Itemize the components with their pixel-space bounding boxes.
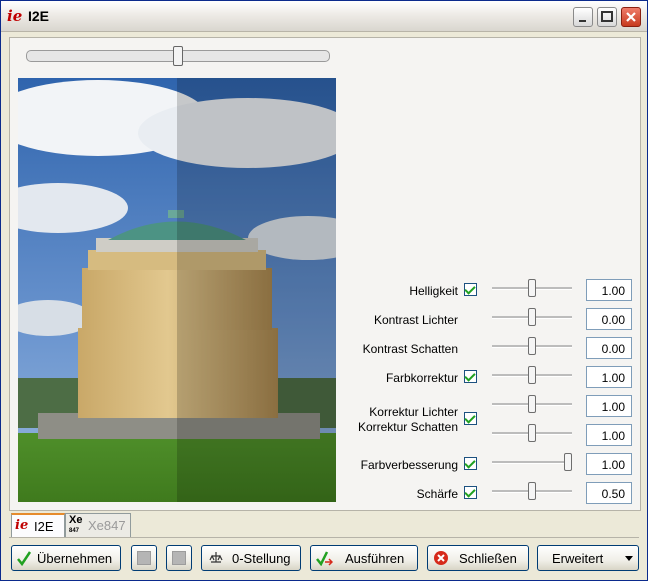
- split-slider-thumb[interactable]: [173, 46, 183, 66]
- control-slider[interactable]: [492, 395, 572, 413]
- minimize-button[interactable]: [573, 7, 593, 27]
- close-window-button[interactable]: [621, 7, 641, 27]
- control-slider[interactable]: [492, 482, 572, 500]
- tab-bar: ie I2E Xe 847 Xe847: [9, 511, 639, 538]
- run-label: Ausführen: [345, 551, 405, 566]
- checkmark-icon: [464, 283, 476, 295]
- control-label: Helligkeit: [409, 284, 458, 298]
- control-row-0: Helligkeit 1.00: [10, 279, 640, 303]
- app-window: ie I2E Helligkeit 1.00 Kontrast Lichter …: [0, 0, 648, 581]
- control-value-field[interactable]: 0.50: [586, 482, 632, 504]
- control-value-field[interactable]: 0.00: [586, 337, 632, 359]
- control-value-field[interactable]: 1.00: [586, 395, 632, 417]
- reset-button[interactable]: 0-Stellung: [201, 545, 301, 571]
- tab-label: Xe847: [88, 518, 126, 533]
- apply-label: Übernehmen: [37, 551, 113, 566]
- close-circle-icon: [434, 551, 448, 565]
- control-value-field[interactable]: 1.00: [586, 424, 632, 446]
- control-label: Kontrast Schatten: [362, 342, 458, 356]
- control-value-field[interactable]: 1.00: [586, 279, 632, 301]
- advanced-dropdown[interactable]: Erweitert: [537, 545, 639, 571]
- chevron-down-icon: [625, 556, 633, 561]
- slider-thumb[interactable]: [528, 395, 536, 413]
- advanced-label: Erweitert: [552, 551, 604, 566]
- control-slider[interactable]: [492, 308, 572, 326]
- window-title: I2E: [28, 8, 50, 24]
- close-button[interactable]: Schließen: [427, 545, 529, 571]
- maximize-icon: [601, 11, 613, 22]
- control-slider[interactable]: [492, 279, 572, 297]
- slider-thumb[interactable]: [528, 366, 536, 384]
- slider-thumb[interactable]: [528, 482, 536, 500]
- checkmark-arrow-icon: [316, 551, 333, 566]
- control-checkbox[interactable]: [464, 283, 477, 296]
- slider-thumb[interactable]: [528, 279, 536, 297]
- control-row-3: Farbkorrektur 1.00: [10, 366, 640, 390]
- control-label: Farbkorrektur: [385, 371, 458, 385]
- control-value-field[interactable]: 1.00: [586, 453, 632, 475]
- tab-xe847[interactable]: Xe 847 Xe847: [65, 513, 131, 537]
- control-row-4: Korrektur Lichter 1.00: [10, 395, 640, 425]
- blank-icon: [137, 551, 151, 565]
- control-row-1: Kontrast Lichter 0.00: [10, 308, 640, 332]
- checkmark-icon: [464, 412, 476, 424]
- title-bar[interactable]: ie I2E: [1, 1, 647, 32]
- tab-label: I2E: [34, 519, 54, 534]
- placeholder-button-2[interactable]: [166, 545, 192, 571]
- control-row-7: Schärfe 0.50: [10, 482, 640, 506]
- control-checkbox[interactable]: [464, 457, 477, 470]
- ie-logo-icon: ie: [15, 518, 29, 533]
- checkmark-icon: [464, 457, 476, 469]
- control-label: Schärfe: [416, 487, 458, 501]
- app-logo-icon: ie: [7, 7, 23, 25]
- control-row-6: Farbverbesserung 1.00: [10, 453, 640, 477]
- bottom-toolbar: Übernehmen 0-Stellung Ausführen Schließe…: [1, 541, 647, 580]
- close-icon: [626, 12, 636, 22]
- control-label: Korrektur Lichter: [369, 405, 458, 419]
- control-slider[interactable]: [492, 337, 572, 355]
- placeholder-button-1[interactable]: [131, 545, 157, 571]
- tab-i2e[interactable]: ie I2E: [11, 513, 65, 537]
- checkmark-icon: [464, 370, 476, 382]
- control-row-5: Korrektur Schatten 1.00: [10, 420, 640, 448]
- checkmark-icon: [464, 486, 476, 498]
- control-checkbox[interactable]: [464, 486, 477, 499]
- control-label: Kontrast Lichter: [373, 313, 458, 327]
- checkmark-icon: [17, 551, 32, 566]
- main-panel: Helligkeit 1.00 Kontrast Lichter 0.00 Kontra…: [9, 37, 641, 511]
- run-button[interactable]: Ausführen: [310, 545, 418, 571]
- maximize-button[interactable]: [597, 7, 617, 27]
- slider-thumb[interactable]: [528, 308, 536, 326]
- control-label: Korrektur Schatten: [357, 420, 458, 434]
- blank-icon: [172, 551, 186, 565]
- split-slider[interactable]: [26, 46, 330, 66]
- control-value-field[interactable]: 0.00: [586, 308, 632, 330]
- minimize-icon: [579, 20, 586, 22]
- control-slider[interactable]: [492, 366, 572, 384]
- reset-label: 0-Stellung: [232, 551, 291, 566]
- close-label: Schließen: [459, 551, 517, 566]
- control-label: Farbverbesserung: [360, 458, 458, 472]
- xe847-logo-icon: Xe 847: [69, 514, 83, 535]
- apply-button[interactable]: Übernehmen: [11, 545, 121, 571]
- slider-thumb[interactable]: [564, 453, 572, 471]
- control-slider[interactable]: [492, 424, 572, 442]
- control-slider[interactable]: [492, 453, 572, 471]
- scale-icon: [209, 552, 223, 563]
- slider-thumb[interactable]: [528, 424, 536, 442]
- control-row-2: Kontrast Schatten 0.00: [10, 337, 640, 361]
- slider-thumb[interactable]: [528, 337, 536, 355]
- control-checkbox[interactable]: [464, 370, 477, 383]
- control-value-field[interactable]: 1.00: [586, 366, 632, 388]
